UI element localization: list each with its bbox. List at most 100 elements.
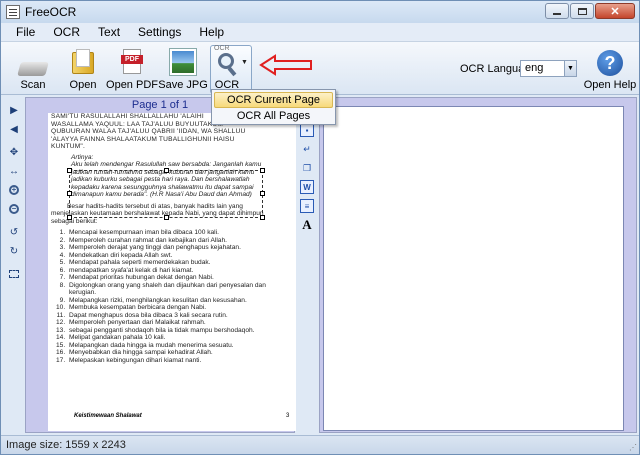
scan-list-item: Memperoleh penyertaan dari Malaikat rahm… [67, 319, 277, 327]
scan-footer-left: Keistimewaan Shalawat [74, 413, 142, 419]
scan-list-item: Melapangkan rizki, menghilangkan kesulit… [67, 297, 277, 305]
ocr-button[interactable]: OCR OCR [212, 44, 242, 94]
selection-handle[interactable] [164, 168, 169, 173]
scan-list-item: Memperoleh derajat yang tinggi dan pengh… [67, 244, 277, 252]
red-arrow-annotation-icon [259, 54, 312, 76]
save-jpg-label: Save JPG [158, 79, 208, 91]
artinya-line: Aku telah mendengar Rasulullah saw bersa… [71, 161, 262, 168]
pdf-file-icon: PDF [118, 48, 146, 76]
font-icon[interactable]: A [300, 217, 314, 232]
magnifier-icon: OCR [213, 45, 241, 77]
menu-file[interactable]: File [7, 25, 44, 39]
scan-list-item: Mendapat pahala seperti memerdekakan bud… [67, 259, 277, 267]
fit-to-window-icon[interactable]: ✥ [7, 145, 21, 159]
previous-page-icon[interactable]: ◀ [7, 122, 21, 136]
next-page-icon[interactable]: ▶ [7, 103, 21, 117]
scan-label: Scan [20, 79, 46, 91]
scan-header-line: KUNTUM". [51, 143, 85, 150]
scan-list-item: Melipat gandakan pahala 10 kali. [67, 334, 277, 342]
scan-list-item: Dapat menghapus dosa bila dibaca 3 kali … [67, 312, 277, 320]
selection-rectangle[interactable] [67, 168, 265, 220]
chevron-down-icon: ▼ [564, 61, 576, 76]
image-icon [169, 48, 197, 76]
help-icon: ? [597, 50, 623, 76]
save-text-icon[interactable]: ▪ [300, 123, 314, 137]
maximize-icon [577, 7, 587, 15]
ocr-language-select[interactable]: eng ▼ [520, 60, 577, 77]
menu-ocr[interactable]: OCR [44, 25, 89, 39]
zoom-in-icon[interactable]: + [7, 183, 21, 197]
scan-list-item: Membuka kesempatan berbicara dengan Nabi… [67, 304, 277, 312]
scan-header-line: 'ALAYYA FAINNA SHALAATAKUM TUBALLIGHUNII… [51, 135, 235, 143]
ocr-dropdown-menu: OCR Current Page OCR All Pages [211, 89, 336, 125]
ocr-icon-text: OCR [214, 45, 230, 52]
title-bar: FreeOCR ✕ [1, 1, 639, 23]
menu-settings[interactable]: Settings [129, 25, 190, 39]
close-icon: ✕ [610, 5, 620, 18]
open-button[interactable]: Open [65, 44, 101, 94]
scanned-page-image[interactable]: SAMI'TU RASULALLAHI SHALLALLAHU 'ALAIHI … [48, 113, 296, 431]
status-bar: Image size: 1559 x 2243 ⋰ [1, 435, 639, 454]
window-controls: ✕ [544, 3, 635, 19]
scan-list-item: sebagai pengganti shodaqoh bila ia tidak… [67, 327, 277, 335]
open-pdf-label: Open PDF [106, 79, 158, 91]
ocr-dropdown-arrow-icon[interactable]: ▼ [241, 59, 248, 66]
zoom-out-icon[interactable]: − [7, 202, 21, 216]
rotate-right-icon[interactable]: ↻ [7, 244, 21, 258]
maximize-button[interactable] [570, 3, 594, 19]
scan-list-item: Digolongkan orang yang shaleh dan dijauh… [67, 282, 277, 297]
scanner-icon [17, 62, 49, 76]
resize-grip-icon[interactable]: ⋰ [629, 443, 637, 452]
text-tool-strip: ▪ ↵ ❐ W ≡ A [297, 97, 317, 433]
save-jpg-button[interactable]: Save JPG [158, 44, 208, 94]
selection-handle[interactable] [164, 215, 169, 220]
word-export-icon[interactable]: W [300, 180, 314, 194]
text-pane [319, 97, 637, 433]
menu-bar: File OCR Text Settings Help [1, 23, 639, 41]
selection-handle[interactable] [260, 168, 265, 173]
close-button[interactable]: ✕ [595, 3, 635, 19]
minimize-button[interactable] [545, 3, 569, 19]
selection-handle[interactable] [67, 215, 72, 220]
export-icon[interactable]: ≡ [300, 199, 314, 213]
app-window: FreeOCR ✕ File OCR Text Settings Help Sc… [0, 0, 640, 455]
pdf-badge: PDF [121, 55, 143, 64]
scan-list-item: Melapangkan dada hingga ia mudah menerim… [67, 342, 277, 350]
rotate-left-icon[interactable]: ↺ [7, 225, 21, 239]
scan-footer-right: 3 [286, 413, 290, 419]
scan-list-item: mendapatkan syafa'at kelak di hari kiama… [67, 267, 277, 275]
toolbar: Scan Open PDF Open PDF Save JPG OCR OCR … [1, 41, 639, 95]
menu-text[interactable]: Text [89, 25, 129, 39]
scan-list: Mencapai kesempurnaan iman bila dibaca 1… [67, 229, 277, 364]
selection-handle[interactable] [260, 215, 265, 220]
window-title: FreeOCR [25, 5, 77, 19]
open-help-label: Open Help [583, 79, 637, 91]
ocr-current-page-item[interactable]: OCR Current Page [214, 92, 333, 108]
ocr-text-area[interactable] [323, 106, 624, 431]
image-size-status: Image size: 1559 x 2243 [6, 439, 126, 451]
fit-width-icon[interactable]: ↔ [7, 164, 21, 178]
open-help-button[interactable]: ? Open Help [584, 44, 636, 94]
scan-list-item: Mendekatkan diri kepada Allah swt. [67, 252, 277, 260]
selection-handle[interactable] [260, 191, 265, 196]
folder-icon [69, 48, 97, 76]
selection-handle[interactable] [67, 168, 72, 173]
scan-list-item: Mencapai kesempurnaan iman bila dibaca 1… [67, 229, 277, 237]
copy-text-icon[interactable]: ❐ [300, 161, 314, 175]
scan-header-line: QUBUURAN WALAA TAJ'ALUU QABRII 'IIDAN, W… [51, 128, 246, 135]
remove-line-breaks-icon[interactable]: ↵ [300, 142, 314, 156]
ocr-language-value: eng [525, 62, 544, 74]
open-label: Open [69, 79, 97, 91]
artinya-label: Artinya: [71, 153, 94, 161]
minimize-icon [553, 13, 561, 15]
menu-help[interactable]: Help [190, 25, 233, 39]
select-area-icon[interactable] [7, 267, 21, 281]
selection-handle[interactable] [67, 191, 72, 196]
open-pdf-button[interactable]: PDF Open PDF [106, 44, 158, 94]
scan-button[interactable]: Scan [15, 44, 51, 94]
image-tool-strip: ▶ ◀ ✥ ↔ + − ↺ ↻ [5, 97, 23, 433]
image-pane: Page 1 of 1 SAMI'TU RASULALLAHI SHALLALL… [25, 97, 296, 433]
ocr-all-pages-item[interactable]: OCR All Pages [214, 108, 333, 124]
scanned-text: SAMI'TU RASULALLAHI SHALLALLAHU 'ALAIHI … [51, 113, 277, 364]
scan-list-item: Memperoleh curahan rahmat dan kebajikan … [67, 237, 277, 245]
